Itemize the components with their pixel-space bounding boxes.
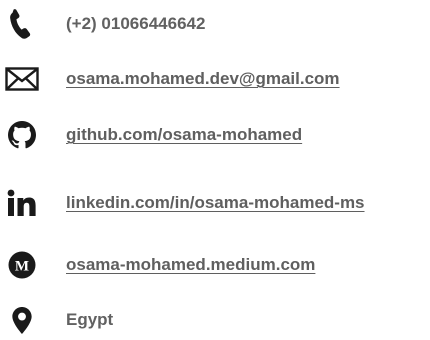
phone-number: (+2) 01066446642	[66, 14, 206, 33]
contact-row-email: osama.mohamed.dev@gmail.com	[0, 59, 430, 99]
contact-row-linkedin: linkedin.com/in/osama-mohamed-ms	[0, 183, 430, 223]
medium-icon: M	[4, 245, 40, 285]
email-link[interactable]: osama.mohamed.dev@gmail.com	[66, 59, 340, 99]
phone-icon	[4, 4, 40, 44]
contact-row-location: Egypt	[0, 300, 430, 340]
github-icon	[4, 115, 40, 155]
contact-list: (+2) 01066446642 osama.mohamed.dev@gmail…	[0, 0, 430, 334]
linkedin-link[interactable]: linkedin.com/in/osama-mohamed-ms	[66, 183, 365, 223]
envelope-icon	[4, 59, 40, 99]
location-text: Egypt	[66, 310, 114, 329]
map-marker-icon	[4, 300, 40, 340]
svg-text:M: M	[15, 258, 29, 274]
contact-row-phone: (+2) 01066446642	[0, 4, 430, 44]
contact-row-github: github.com/osama-mohamed	[0, 115, 430, 155]
contact-row-medium: M osama-mohamed.medium.com	[0, 245, 430, 285]
github-link[interactable]: github.com/osama-mohamed	[66, 115, 302, 155]
medium-link[interactable]: osama-mohamed.medium.com	[66, 245, 315, 285]
linkedin-icon	[4, 183, 40, 223]
